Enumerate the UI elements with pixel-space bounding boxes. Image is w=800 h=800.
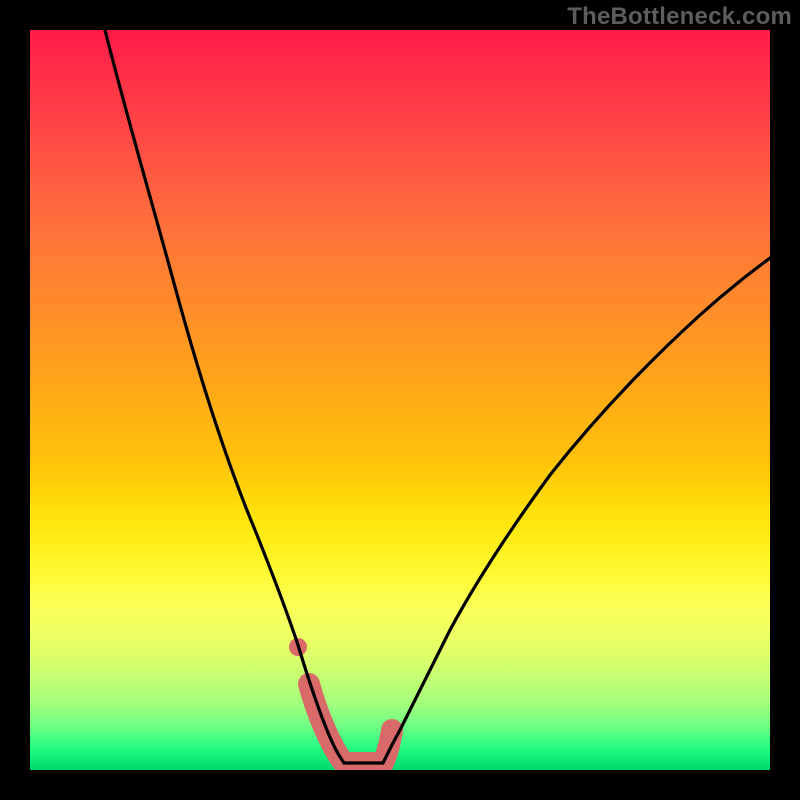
left-curve xyxy=(105,30,344,763)
bottleneck-curve-chart xyxy=(30,30,770,770)
plot-area xyxy=(30,30,770,770)
watermark-text: TheBottleneck.com xyxy=(567,3,792,31)
right-curve xyxy=(383,258,770,763)
outer-frame: TheBottleneck.com xyxy=(0,0,800,800)
highlight-band xyxy=(309,684,392,763)
